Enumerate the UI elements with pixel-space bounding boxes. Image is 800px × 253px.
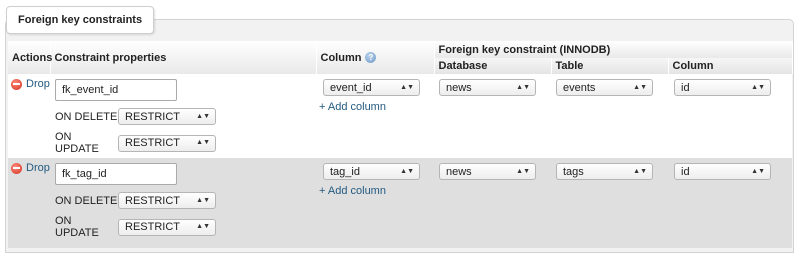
foreign-column-cell: id ▲▼ xyxy=(668,158,792,248)
select-arrows-icon: ▲▼ xyxy=(196,196,210,204)
on-delete-value: RESTRICT xyxy=(125,110,180,123)
select-arrows-icon: ▲▼ xyxy=(516,167,530,175)
header-table: Table xyxy=(551,58,669,74)
drop-icon xyxy=(11,78,22,90)
column-select[interactable]: event_id ▲▼ xyxy=(323,79,420,96)
on-update-select[interactable]: RESTRICT ▲▼ xyxy=(118,134,216,152)
row-actions: Drop xyxy=(8,158,50,248)
foreign-column-select[interactable]: id ▲▼ xyxy=(674,79,771,96)
table-cell: events ▲▼ xyxy=(551,74,668,158)
select-arrows-icon: ▲▼ xyxy=(751,83,765,91)
foreign-keys-table: Actions Constraint properties Column? Fo… xyxy=(8,41,793,248)
add-column-link[interactable]: + Add column xyxy=(319,185,434,197)
database-cell: news ▲▼ xyxy=(434,74,551,158)
database-cell: news ▲▼ xyxy=(434,158,551,248)
select-arrows-icon: ▲▼ xyxy=(516,83,530,91)
table-cell: tags ▲▼ xyxy=(551,158,668,248)
drop-icon xyxy=(11,162,22,174)
on-delete-row: ON DELETE RESTRICT ▲▼ xyxy=(55,192,316,209)
on-update-label: ON UPDATE xyxy=(55,215,99,239)
database-select[interactable]: news ▲▼ xyxy=(439,79,536,96)
table-row: Drop ON DELETE RESTRICT ▲▼ ON UPDATE REST… xyxy=(8,158,792,248)
constraint-properties: ON DELETE RESTRICT ▲▼ ON UPDATE RESTRICT ▲… xyxy=(50,74,316,158)
on-delete-value: RESTRICT xyxy=(125,194,180,207)
select-arrows-icon: ▲▼ xyxy=(751,167,765,175)
foreign-column-value: id xyxy=(681,81,690,94)
database-value: news xyxy=(446,165,472,178)
select-arrows-icon: ▲▼ xyxy=(196,139,210,146)
select-arrows-icon: ▲▼ xyxy=(633,83,647,91)
on-delete-select[interactable]: RESTRICT ▲▼ xyxy=(118,192,216,209)
on-update-row: ON UPDATE RESTRICT ▲▼ xyxy=(55,215,316,239)
constraint-properties: ON DELETE RESTRICT ▲▼ ON UPDATE RESTRICT ▲… xyxy=(50,158,316,248)
column-value: event_id xyxy=(330,81,372,94)
select-arrows-icon: ▲▼ xyxy=(196,112,210,120)
row-actions: Drop xyxy=(8,74,50,158)
table-select[interactable]: tags ▲▼ xyxy=(556,163,653,180)
on-update-value: RESTRICT xyxy=(125,137,180,149)
column-value: tag_id xyxy=(330,165,360,178)
column-cell: tag_id ▲▼ + Add column xyxy=(316,158,434,248)
column-cell: event_id ▲▼ + Add column xyxy=(316,74,434,158)
foreign-column-cell: id ▲▼ xyxy=(668,74,792,158)
constraint-name-input[interactable] xyxy=(55,163,177,185)
select-arrows-icon: ▲▼ xyxy=(400,167,414,175)
table-value: events xyxy=(563,81,596,94)
on-update-value: RESTRICT xyxy=(125,221,180,233)
header-constraint-properties: Constraint properties xyxy=(50,41,317,74)
on-delete-select[interactable]: RESTRICT ▲▼ xyxy=(118,108,216,125)
foreign-column-select[interactable]: id ▲▼ xyxy=(674,163,771,180)
header-foreign-key-group: Foreign key constraint (INNODB) xyxy=(434,41,793,58)
on-update-label: ON UPDATE xyxy=(55,131,99,155)
database-select[interactable]: news ▲▼ xyxy=(439,163,536,180)
on-delete-row: ON DELETE RESTRICT ▲▼ xyxy=(55,108,316,125)
on-update-select[interactable]: RESTRICT ▲▼ xyxy=(118,218,216,236)
table-row: Drop ON DELETE RESTRICT ▲▼ ON UPDATE REST… xyxy=(8,74,792,158)
header-actions: Actions xyxy=(8,41,52,74)
header-column: Column? xyxy=(316,41,435,74)
drop-label: Drop xyxy=(26,78,50,90)
header-database: Database xyxy=(434,58,552,74)
table-value: tags xyxy=(563,165,584,178)
foreign-column-value: id xyxy=(681,165,690,178)
column-select[interactable]: tag_id ▲▼ xyxy=(323,163,420,180)
table-select[interactable]: events ▲▼ xyxy=(556,79,653,96)
select-arrows-icon: ▲▼ xyxy=(196,223,210,230)
constraint-name-input[interactable] xyxy=(55,79,177,101)
drop-button[interactable]: Drop xyxy=(11,78,50,90)
panel-legend: Foreign key constraints xyxy=(6,6,155,34)
select-arrows-icon: ▲▼ xyxy=(633,167,647,175)
header-foreign-column: Column xyxy=(668,58,793,74)
drop-button[interactable]: Drop xyxy=(11,162,50,174)
database-value: news xyxy=(446,81,472,94)
on-delete-label: ON DELETE xyxy=(55,110,118,123)
add-column-link[interactable]: + Add column xyxy=(319,101,434,113)
select-arrows-icon: ▲▼ xyxy=(400,83,414,91)
header-column-label: Column xyxy=(320,51,362,64)
on-update-row: ON UPDATE RESTRICT ▲▼ xyxy=(55,131,316,155)
drop-label: Drop xyxy=(26,162,50,174)
help-icon[interactable]: ? xyxy=(365,52,377,64)
on-delete-label: ON DELETE xyxy=(55,194,118,207)
